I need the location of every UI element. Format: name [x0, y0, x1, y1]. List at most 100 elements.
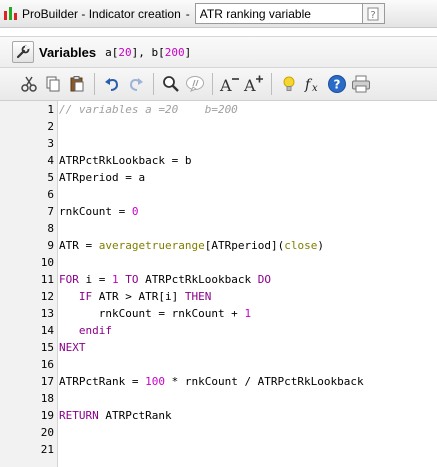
- wrench-icon: [16, 45, 30, 59]
- editor-toolbar: A A f x ?: [0, 68, 437, 101]
- tip-button[interactable]: [277, 72, 301, 96]
- code-line: 7 rnkCount = 0: [0, 203, 437, 220]
- line-number: 21: [40, 443, 54, 456]
- copy-button[interactable]: [41, 72, 65, 96]
- code-token: i =: [78, 273, 112, 286]
- code-line: 9 ATR = averagetruerange[ATRperiod](clos…: [0, 237, 437, 254]
- code-editor[interactable]: 1 // variables a =20 b=200 2 3 4 ATRPctR…: [0, 101, 437, 467]
- code-keyword: FOR: [59, 273, 79, 286]
- redo-button[interactable]: [124, 72, 148, 96]
- toolbar-divider: [153, 73, 154, 95]
- line-number: 2: [47, 120, 54, 133]
- variables-settings-button[interactable]: [12, 41, 34, 63]
- find-button[interactable]: [159, 72, 183, 96]
- code-number: 1: [244, 307, 252, 320]
- code-line: 10: [0, 254, 437, 271]
- line-number: 19: [40, 409, 54, 422]
- paste-button[interactable]: [65, 72, 89, 96]
- code-keyword: IF: [59, 290, 93, 303]
- code-line: 15 NEXT: [0, 339, 437, 356]
- print-button[interactable]: [349, 72, 373, 96]
- code-line: 14 endif: [0, 322, 437, 339]
- line-number: 17: [40, 375, 54, 388]
- svg-text:?: ?: [371, 10, 376, 21]
- code-token: ): [317, 239, 324, 252]
- code-text: ATR = averagetruerange[ATRperiod](close): [59, 237, 324, 254]
- window-title: ProBuilder - Indicator creation: [22, 6, 181, 21]
- code-text: RETURN ATRPctRank: [59, 407, 172, 424]
- lightbulb-icon: [283, 76, 295, 91]
- code-keyword: endif: [59, 324, 112, 337]
- code-text: // variables a =20 b=200: [59, 103, 238, 116]
- code-line: 18: [0, 390, 437, 407]
- code-number: 0: [131, 205, 139, 218]
- code-line: 21: [0, 441, 437, 458]
- code-function: averagetruerange: [98, 239, 205, 252]
- line-number: 12: [40, 290, 54, 303]
- title-bar: ProBuilder - Indicator creation - ?: [0, 0, 437, 28]
- cut-button[interactable]: [17, 72, 41, 96]
- help-icon: ?: [328, 75, 346, 93]
- function-button[interactable]: f x: [301, 72, 325, 96]
- line-number: 13: [40, 307, 54, 320]
- code-line: 16: [0, 356, 437, 373]
- increase-font-button[interactable]: A: [242, 72, 266, 96]
- help-document-icon: ?: [367, 7, 379, 21]
- line-number: 3: [47, 137, 54, 150]
- variables-label: Variables: [39, 44, 97, 60]
- indicator-name-input[interactable]: [194, 3, 363, 24]
- code-token: ATRPctRank =: [59, 375, 146, 388]
- undo-icon: [105, 78, 119, 91]
- line-number: 16: [40, 358, 54, 371]
- code-line: 20: [0, 424, 437, 441]
- name-help-button[interactable]: ?: [362, 3, 385, 24]
- code-line: 13 rnkCount = rnkCount + 1: [0, 305, 437, 322]
- variables-text: a[: [105, 45, 119, 59]
- code-text: rnkCount = 0: [59, 203, 138, 220]
- magnifier-icon: [163, 76, 179, 92]
- svg-text:?: ?: [334, 78, 341, 92]
- code-line: 5 ATRperiod = a: [0, 169, 437, 186]
- line-number: 20: [40, 426, 54, 439]
- line-number: 1: [47, 103, 54, 116]
- code-text: IF ATR > ATR[i] THEN: [59, 288, 211, 305]
- toolbar-divider: [271, 73, 272, 95]
- code-token: rnkCount = rnkCount +: [59, 307, 245, 320]
- line-number: 7: [47, 205, 54, 218]
- code-keyword: NEXT: [59, 341, 86, 354]
- code-line: 19 RETURN ATRPctRank: [0, 407, 437, 424]
- variables-values[interactable]: a[20], b[200]: [105, 46, 191, 59]
- code-line: 3: [0, 135, 437, 152]
- line-number: 15: [40, 341, 54, 354]
- line-number: 5: [47, 171, 54, 184]
- code-token: ATRPctRank: [98, 409, 172, 422]
- code-keyword: TO: [118, 273, 139, 286]
- variables-bar: Variables a[20], b[200]: [0, 36, 437, 68]
- code-line: 11 FOR i = 1 TO ATRPctRkLookback DO: [0, 271, 437, 288]
- undo-button[interactable]: [100, 72, 124, 96]
- line-number: 11: [40, 273, 54, 286]
- code-text: FOR i = 1 TO ATRPctRkLookback DO: [59, 271, 271, 288]
- code-line: 2: [0, 118, 437, 135]
- variables-text: ], b[: [131, 45, 165, 59]
- code-token: ATR =: [59, 239, 99, 252]
- line-number: 6: [47, 188, 54, 201]
- comment-button[interactable]: [183, 72, 207, 96]
- code-function: close: [284, 239, 318, 252]
- probuilder-candlestick-icon: [3, 6, 19, 22]
- paste-icon: [70, 76, 84, 92]
- code-keyword: RETURN: [59, 409, 99, 422]
- printer-icon: [352, 75, 370, 93]
- decrease-font-button[interactable]: A: [218, 72, 242, 96]
- help-button[interactable]: ?: [325, 72, 349, 96]
- variables-text: ]: [184, 45, 192, 59]
- increase-font-icon: A: [243, 75, 263, 93]
- function-icon: f x: [304, 77, 318, 93]
- code-token: * rnkCount / ATRPctRkLookback: [164, 375, 364, 388]
- line-number: 10: [40, 256, 54, 269]
- svg-text:A: A: [219, 76, 232, 93]
- code-token: ATRPctRkLookback: [138, 273, 258, 286]
- code-line: 12 IF ATR > ATR[i] THEN: [0, 288, 437, 305]
- line-number: 9: [47, 239, 54, 252]
- cut-icon: [21, 76, 37, 92]
